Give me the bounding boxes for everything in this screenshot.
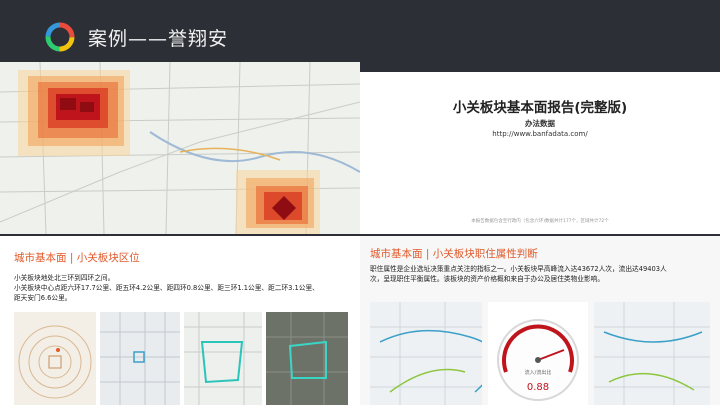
commute-description: 职住属性是企业选址决策重点关注的指标之一。小关板块早高峰流入达43672人次，流… [370, 264, 715, 284]
heatmap-image [0, 62, 360, 234]
satellite-map-thumbnail [266, 312, 348, 405]
text-line: 职住属性是企业选址决策重点关注的指标之一。小关板块早高峰流入达43672人次，流… [370, 265, 667, 273]
ring-logo-icon [45, 22, 75, 52]
text-line: 小关板块中心点距六环17.7公里、距五环4.2公里、距四环0.8公里、距三环1.… [14, 284, 319, 292]
location-panel-title: 城市基本面 | 小关板块区位 [14, 252, 140, 264]
text-line: 小关板块地处北三环到四环之间。 [14, 274, 115, 282]
ratio-gauge: 流入/流出比 0.88 [488, 302, 588, 405]
report-footnote: 本报告数据包含至行政内（包含六环)数据共计177个，区域共计72个 [471, 219, 609, 224]
report-url: http://www.banfadata.com/ [492, 130, 588, 138]
ring-road-map-thumbnail [14, 312, 96, 405]
commute-panel: 城市基本面 | 小关板块职住属性判断 职住属性是企业选址决策重点关注的指标之一。… [360, 236, 720, 405]
report-cover: 小关板块基本面报告(完整版) 办法数据 http://www.banfadata… [360, 72, 720, 234]
text-line: 距天安门6.6公里。 [14, 294, 72, 302]
text-line: 次，呈现职住平衡属性。该板块的资产价格概和来自于办公及居住类物业影响。 [370, 275, 605, 283]
outflow-map-thumbnail [594, 302, 710, 405]
district-map-thumbnail [184, 312, 262, 405]
slide-title: 案例——誉翔安 [88, 28, 229, 50]
location-description: 小关板块地处北三环到四环之间。 小关板块中心点距六环17.7公里、距五环4.2公… [14, 273, 354, 303]
header-bar: 案例——誉翔安 [0, 0, 720, 62]
gauge-label: 流入/流出比 [525, 369, 552, 376]
inflow-map-thumbnail [370, 302, 482, 405]
location-panel: 城市基本面 | 小关板块区位 小关板块地处北三环到四环之间。 小关板块中心点距六… [0, 236, 360, 405]
gauge-value: 0.88 [526, 382, 550, 393]
street-map-thumbnail [100, 312, 180, 405]
commute-panel-title: 城市基本面 | 小关板块职住属性判断 [370, 248, 538, 260]
report-title: 小关板块基本面报告(完整版) [452, 100, 628, 116]
report-subtitle: 办法数据 [525, 119, 555, 128]
